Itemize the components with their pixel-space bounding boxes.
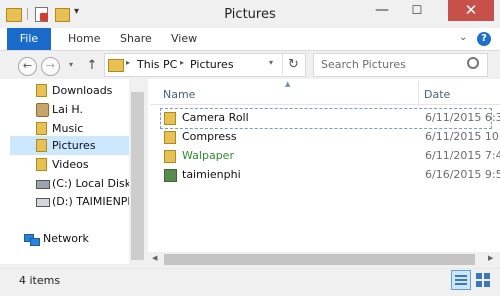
downloads-icon bbox=[36, 84, 47, 97]
sidebar-item-label: Lai H. bbox=[52, 103, 83, 116]
column-date[interactable]: Date bbox=[424, 88, 450, 101]
sidebar-item-label: Music bbox=[52, 122, 84, 135]
image-file-icon bbox=[164, 169, 177, 182]
sidebar-item-videos[interactable]: Videos bbox=[10, 155, 130, 174]
file-name[interactable]: taimienphi bbox=[182, 168, 241, 181]
maximize-button[interactable]: ☐ bbox=[404, 0, 430, 22]
file-date: 6/11/2015 10:3 bbox=[425, 130, 500, 143]
refresh-button[interactable]: ↻ bbox=[282, 54, 304, 75]
scroll-right-icon[interactable]: ▶ bbox=[488, 254, 493, 262]
sidebar-item-label: Pictures bbox=[52, 139, 96, 152]
folder-icon bbox=[164, 131, 176, 144]
network-icon bbox=[24, 234, 40, 246]
column-name[interactable]: Name bbox=[163, 88, 195, 101]
ribbon-expand-icon[interactable]: ⌄ bbox=[459, 32, 467, 43]
navigation-scrollbar-thumb[interactable] bbox=[131, 92, 144, 260]
drive-icon bbox=[36, 198, 50, 207]
music-folder-icon bbox=[36, 122, 47, 135]
sort-ascending-icon: ▲ bbox=[285, 80, 291, 88]
sidebar-item-label: Network bbox=[43, 232, 89, 245]
address-dropdown-icon[interactable]: ▾ bbox=[269, 58, 273, 67]
videos-folder-icon bbox=[36, 158, 47, 171]
file-name[interactable]: Camera Roll bbox=[182, 111, 249, 124]
sidebar-item-lai-h[interactable]: Lai H. bbox=[10, 100, 130, 119]
sidebar-item-downloads[interactable]: Downloads bbox=[10, 81, 130, 100]
user-folder-icon bbox=[36, 103, 49, 117]
sidebar-item-network[interactable]: Network bbox=[0, 229, 125, 248]
file-name[interactable]: Compress bbox=[182, 130, 237, 143]
search-icon[interactable] bbox=[467, 57, 479, 69]
file-name[interactable]: Walpaper bbox=[182, 149, 234, 162]
sidebar-item-taimienphi-drive[interactable]: (D:) TAIMIENPHI bbox=[10, 192, 139, 211]
tab-file[interactable]: File bbox=[7, 28, 51, 50]
item-count: 4 items bbox=[19, 274, 61, 287]
breadcrumb-separator: ▸ bbox=[126, 58, 131, 67]
sidebar-item-label: (C:) Local Disk bbox=[52, 177, 132, 190]
back-button[interactable]: ← bbox=[18, 57, 37, 76]
sidebar-item-label: Videos bbox=[52, 158, 89, 171]
pictures-folder-icon bbox=[108, 59, 124, 72]
column-divider[interactable] bbox=[418, 81, 419, 104]
large-icons-view-icon[interactable] bbox=[474, 270, 492, 288]
breadcrumb-pictures[interactable]: Pictures bbox=[190, 58, 234, 71]
file-date: 6/11/2015 7:42 bbox=[425, 149, 500, 162]
folder-icon bbox=[164, 112, 176, 125]
minimize-button[interactable]: — bbox=[369, 0, 395, 22]
tab-share[interactable]: Share bbox=[120, 28, 152, 50]
forward-button[interactable]: → bbox=[41, 57, 60, 76]
file-date: 6/11/2015 6:32 bbox=[425, 111, 500, 124]
close-button[interactable]: ✕ bbox=[448, 0, 494, 21]
sidebar-item-pictures[interactable]: Pictures bbox=[10, 136, 130, 155]
sidebar-item-local-disk[interactable]: (C:) Local Disk bbox=[10, 174, 132, 193]
disk-drive-icon bbox=[36, 180, 50, 189]
sidebar-item-label: Downloads bbox=[52, 84, 113, 97]
breadcrumb-this-pc[interactable]: This PC bbox=[137, 58, 177, 71]
status-bar bbox=[0, 268, 500, 296]
up-button[interactable]: ↑ bbox=[85, 57, 99, 74]
scroll-left-icon[interactable]: ◀ bbox=[152, 254, 157, 262]
recent-locations-icon[interactable]: ▾ bbox=[69, 60, 73, 69]
details-view-icon[interactable] bbox=[451, 270, 471, 290]
folder-icon bbox=[164, 150, 176, 163]
help-icon[interactable]: ? bbox=[477, 32, 491, 46]
horizontal-scrollbar-thumb[interactable] bbox=[164, 254, 475, 265]
sidebar-item-label: (D:) TAIMIENPHI bbox=[52, 195, 139, 208]
tab-home[interactable]: Home bbox=[68, 28, 100, 50]
tab-view[interactable]: View bbox=[171, 28, 197, 50]
search-input[interactable]: Search Pictures bbox=[321, 58, 406, 71]
pictures-folder-icon bbox=[36, 139, 47, 152]
breadcrumb-separator: ▸ bbox=[180, 58, 185, 67]
file-date: 6/16/2015 9:51 bbox=[425, 168, 500, 181]
